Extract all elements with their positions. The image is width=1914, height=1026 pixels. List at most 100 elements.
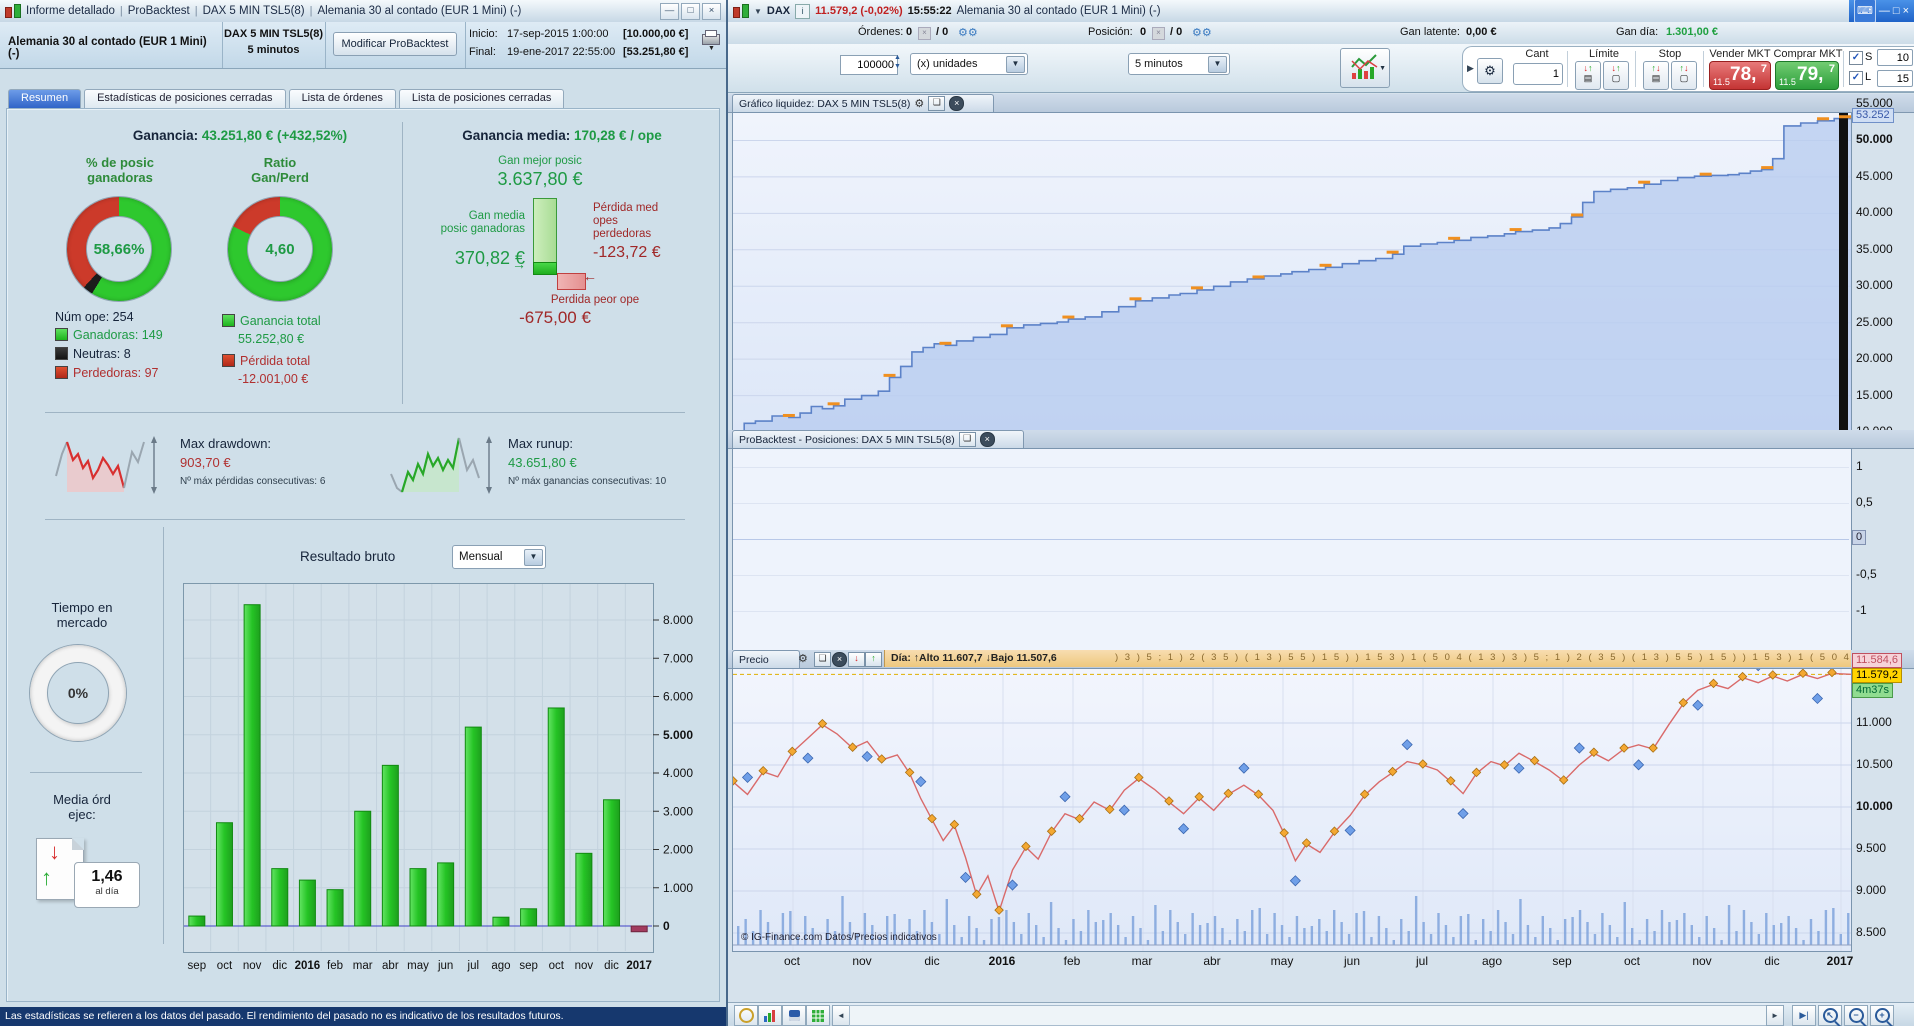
candles-icon <box>733 4 749 18</box>
positions-gridline <box>733 503 1849 504</box>
gan-latente-value: 0,00 € <box>1466 26 1497 38</box>
collapse-arrow-icon[interactable]: ▶ <box>1467 63 1474 74</box>
cant-input[interactable] <box>1513 63 1563 85</box>
printer-dropdown-arrow-icon: ▼ <box>708 45 715 52</box>
gear-icon[interactable]: ⚙⚙ <box>958 26 978 39</box>
clock-button[interactable] <box>734 1005 758 1026</box>
time-label-2017: 2017 <box>1826 954 1854 968</box>
day-high-low: Día: ↑Alto 11.607,7 ↓Bajo 11.507,6 <box>891 652 1057 664</box>
zoom-cursor-button[interactable]: ↖ <box>1818 1005 1842 1026</box>
close-button[interactable]: × <box>702 2 721 20</box>
svg-text:jul: jul <box>467 960 480 972</box>
svg-text:dic: dic <box>604 960 619 972</box>
perdida-total-value: -12.001,00 € <box>238 372 309 386</box>
report-titlebar[interactable]: Informe detallado | ProBacktest | DAX 5 MI… <box>0 0 726 23</box>
chevron-left-icon: ◄ <box>837 1011 845 1020</box>
price-series <box>728 660 1852 951</box>
time-label-nov: nov <box>1692 954 1712 968</box>
gear-icon[interactable]: ⚙⚙ <box>1192 26 1212 39</box>
avg-gain-diagram: Gan mejor posic 3.637,80 € Gan media pos… <box>415 150 715 338</box>
buy-market-button[interactable]: 11.5 79, 7 <box>1775 61 1839 90</box>
buy-mkt-label: Comprar MKT <box>1773 48 1843 60</box>
buy-limit-order-button[interactable]: ↓↑ ▢ <box>1603 61 1629 90</box>
svg-text:abr: abr <box>382 960 399 972</box>
tab-1[interactable]: Estadísticas de posiciones cerradas <box>84 89 286 109</box>
media-ord-box: 1,46 al día <box>74 862 140 908</box>
wrench-icon[interactable]: ⚙ <box>914 97 924 110</box>
timeframe-select[interactable]: 5 minutos ▼ <box>1128 53 1230 75</box>
close-panel-button[interactable]: × <box>832 652 847 667</box>
price-tick-9.500: 9.500 <box>1856 841 1887 855</box>
sell-stop-order-button[interactable]: ↑↓ ▤ <box>1643 61 1669 90</box>
chevron-down-icon[interactable]: ▼ <box>894 63 901 70</box>
separator: | <box>194 5 198 17</box>
svg-text:5.000: 5.000 <box>663 728 693 742</box>
go-to-end-button[interactable]: ▶| <box>1792 1005 1816 1026</box>
period-select[interactable]: Mensual ▼ <box>452 545 546 569</box>
buy-stop-order-button[interactable]: ↑↓ ▢ <box>1671 61 1697 90</box>
close-position-icon[interactable]: × <box>1152 27 1165 40</box>
modify-probacktest-button[interactable]: Modificar ProBacktest <box>333 32 457 56</box>
liquidity-chart-area[interactable] <box>732 112 1852 433</box>
avg-loss-bar <box>557 273 586 290</box>
red-swatch-icon <box>222 354 235 367</box>
price-axis: 11.584,6 11.579,2 4m37s 11.000 10.500 10.000 9… <box>1852 0 1914 960</box>
stats-button[interactable] <box>758 1005 782 1026</box>
positions-panel-header: ProBacktest - Posiciones: DAX 5 MIN TSL5… <box>728 430 1914 449</box>
monthly-results-chart[interactable]: 0 1.000 2.000 3.000 4.000 5.000 6.000 7.000 8.00… <box>183 583 703 983</box>
chevron-down-icon: ▼ <box>1006 55 1025 73</box>
posicion-max: / 0 <box>1170 26 1183 38</box>
chart-titlebar[interactable]: ▼ DAX i 11.579,2 (-0,02%) 15:55:22 Alema… <box>728 0 1914 23</box>
unit-select[interactable]: (x) unidades ▼ <box>910 53 1028 75</box>
sell-arrow-button[interactable]: ↓ <box>848 652 865 667</box>
maximize-panel-button[interactable]: ❏ <box>814 652 831 667</box>
gan-mejor-value: 3.637,80 € <box>497 169 583 189</box>
zoom-out-button[interactable]: − <box>1844 1005 1868 1026</box>
wrench-button[interactable]: ⚙ <box>1477 58 1503 84</box>
quantity-input[interactable] <box>840 55 898 75</box>
maximize-panel-button[interactable]: ❏ <box>928 96 946 111</box>
chevron-down-icon: ▼ <box>1208 55 1227 73</box>
arrow-down-icon: ↓ <box>1684 63 1689 73</box>
chevron-up-icon[interactable]: ▲ <box>894 54 901 61</box>
chevron-down-icon[interactable]: ▼ <box>754 7 762 16</box>
info-icon[interactable]: i <box>795 3 811 19</box>
sell-limit-order-button[interactable]: ↓↑ ▤ <box>1575 61 1601 90</box>
buy-arrow-button[interactable]: ↑ <box>865 652 882 667</box>
runup-sparkline <box>390 436 492 494</box>
time-label-mar: mar <box>1131 954 1153 968</box>
final-label: Final: <box>469 46 496 58</box>
tab-0[interactable]: Resumen <box>8 89 82 109</box>
maximize-button[interactable]: □ <box>681 2 700 20</box>
titlebar-item: Informe detallado <box>26 5 115 17</box>
h-scrollbar-track[interactable] <box>849 1005 1767 1026</box>
close-panel-button[interactable]: × <box>949 96 965 111</box>
close-panel-button[interactable]: × <box>979 432 995 447</box>
tab-2[interactable]: Lista de órdenes <box>288 89 396 109</box>
symbol-label[interactable]: DAX <box>767 5 790 17</box>
svg-text:8.000: 8.000 <box>663 613 693 627</box>
quantity-stepper[interactable]: ▲ ▼ <box>894 54 906 74</box>
table-button[interactable] <box>806 1005 830 1026</box>
zoom-in-button[interactable]: + <box>1870 1005 1894 1026</box>
price-chart-area[interactable]: © IG-Finance.com Datos/Precios indicativ… <box>728 660 1852 952</box>
maximize-panel-button[interactable]: ❏ <box>958 432 976 447</box>
sell-market-button[interactable]: 11.5 78, 7 <box>1709 61 1771 90</box>
scroll-left-button[interactable]: ◄ <box>832 1005 850 1026</box>
print-button[interactable]: ▼ <box>700 30 720 52</box>
time-axis: oct nov dic 2016 feb mar abr may jun jul ago sep oct… <box>728 952 1853 972</box>
time-label-dic: dic <box>924 954 940 968</box>
chart-type-button[interactable]: ▼ <box>1340 48 1390 88</box>
minimize-button[interactable]: — <box>660 2 679 20</box>
wrench-icon[interactable]: ⚙ <box>798 652 808 665</box>
equity-curve <box>733 113 1852 433</box>
arrow-up-icon: ↑ <box>41 865 52 890</box>
tiempo-title: Tiempo en mercado <box>51 600 113 630</box>
cancel-orders-icon[interactable]: × <box>918 27 931 40</box>
scroll-right-button[interactable]: ► <box>1766 1005 1784 1026</box>
tab-3[interactable]: Lista de posiciones cerradas <box>398 89 565 109</box>
save-button[interactable] <box>782 1005 806 1026</box>
time-label-nov: nov <box>852 954 872 968</box>
positions-chart-area[interactable] <box>732 448 1852 652</box>
zoom-out-icon: − <box>1848 1008 1864 1023</box>
